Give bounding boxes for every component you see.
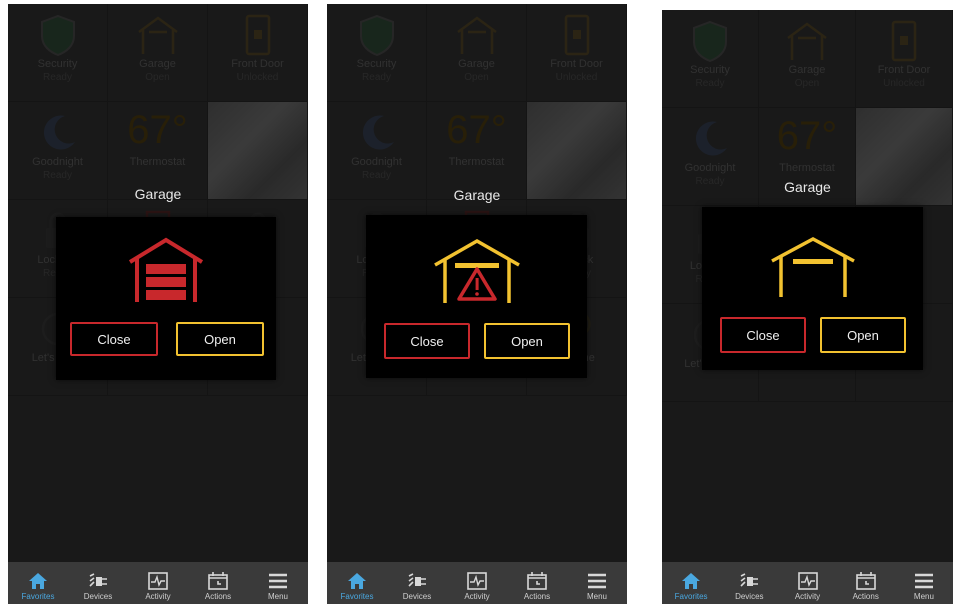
activity-icon	[148, 572, 168, 590]
tab-menu[interactable]: Menu	[567, 562, 627, 604]
devices-icon	[407, 572, 427, 590]
open-button[interactable]: Open	[176, 322, 264, 356]
calendar-icon	[208, 572, 228, 590]
tab-actions[interactable]: Actions	[837, 562, 895, 604]
tab-label: Devices	[735, 592, 764, 601]
calendar-icon	[855, 572, 876, 590]
tab-menu[interactable]: Menu	[895, 562, 953, 604]
tab-favorites[interactable]: Favorites	[8, 562, 68, 604]
tab-label: Actions	[852, 592, 879, 601]
tab-label: Favorites	[674, 592, 708, 601]
bottom-tab-bar: Favorites Devices Activity Actions Menu	[327, 562, 627, 604]
close-button[interactable]: Close	[70, 322, 158, 356]
tab-actions[interactable]: Actions	[507, 562, 567, 604]
close-button[interactable]: Close	[720, 317, 806, 353]
garage-dialog: Close Open	[702, 207, 923, 370]
tab-label: Menu	[267, 592, 288, 601]
home-icon	[347, 572, 367, 590]
open-button[interactable]: Open	[484, 323, 570, 359]
home-icon	[681, 572, 701, 590]
devices-icon	[739, 572, 759, 590]
tab-label: Activity	[464, 592, 490, 601]
phone-screen: Security Ready Garage Open Front Door Unlocke…	[662, 10, 953, 604]
tab-label: Devices	[402, 592, 432, 601]
dialog-title: Garage	[134, 186, 182, 202]
tab-label: Menu	[586, 592, 607, 601]
phone-screen: Security Ready Garage Open Front Door Unlocke…	[327, 4, 627, 604]
tab-label: Activity	[794, 592, 821, 601]
garage-dialog: Close Open	[56, 217, 276, 380]
garage-open-icon	[770, 237, 855, 297]
tab-label: Menu	[913, 592, 934, 601]
tab-label: Activity	[145, 592, 171, 601]
activity-icon	[797, 572, 818, 590]
close-button[interactable]: Close	[384, 323, 470, 359]
tab-favorites[interactable]: Favorites	[662, 562, 720, 604]
garage-warning-icon	[433, 238, 520, 303]
hamburger-menu-icon	[914, 572, 934, 590]
garage-closed-icon	[128, 237, 204, 302]
tab-label: Devices	[83, 592, 113, 601]
hamburger-menu-icon	[268, 572, 288, 590]
tab-devices[interactable]: Devices	[68, 562, 128, 604]
tab-label: Favorites	[340, 592, 374, 601]
open-button[interactable]: Open	[820, 317, 906, 353]
tab-activity[interactable]: Activity	[128, 562, 188, 604]
phone-screen: Security Ready Garage Open Front Door Unlocke…	[8, 4, 308, 604]
bottom-tab-bar: Favorites Devices Activity Actions Menu	[8, 562, 308, 604]
bottom-tab-bar: Favorites Devices Activity Actions Menu	[662, 562, 953, 604]
home-icon	[28, 572, 48, 590]
tab-activity[interactable]: Activity	[447, 562, 507, 604]
activity-icon	[467, 572, 487, 590]
calendar-icon	[527, 572, 547, 590]
tab-activity[interactable]: Activity	[778, 562, 836, 604]
garage-dialog: Close Open	[366, 215, 587, 378]
tab-actions[interactable]: Actions	[188, 562, 248, 604]
dialog-title: Garage	[453, 187, 501, 203]
tab-favorites[interactable]: Favorites	[327, 562, 387, 604]
tab-label: Actions	[204, 592, 232, 601]
tab-devices[interactable]: Devices	[720, 562, 778, 604]
hamburger-menu-icon	[587, 572, 607, 590]
tab-label: Actions	[523, 592, 551, 601]
tab-menu[interactable]: Menu	[248, 562, 308, 604]
dialog-title: Garage	[784, 179, 831, 195]
tab-devices[interactable]: Devices	[387, 562, 447, 604]
tab-label: Favorites	[21, 592, 55, 601]
devices-icon	[88, 572, 108, 590]
